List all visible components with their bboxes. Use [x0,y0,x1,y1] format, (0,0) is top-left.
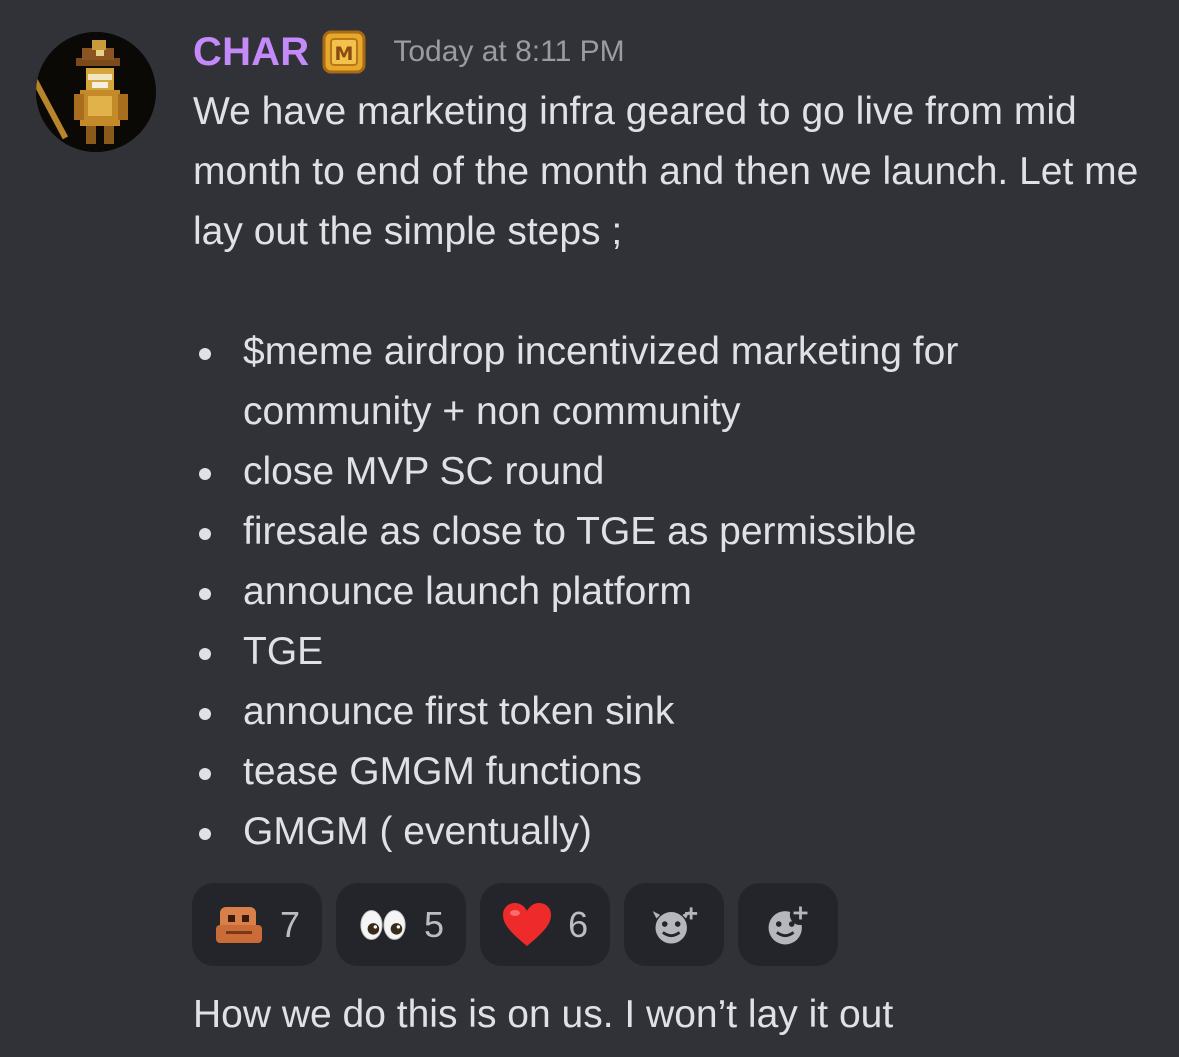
add-super-reaction-icon [649,900,699,950]
reaction-eyes[interactable]: 5 [336,883,467,966]
message-header: CHAR M Today at 8:11 PM [193,24,625,80]
list-item: announce launch platform [193,562,1153,622]
next-message-body: How we do this is on us. I won’t lay it … [193,993,894,1036]
list-item: tease GMGM functions [193,742,1153,802]
message-content: We have marketing infra geared to go liv… [193,82,1153,862]
user-avatar[interactable] [36,32,156,152]
role-badge-letter: M [335,43,354,65]
eyes-emoji-icon [358,900,408,950]
reaction-heart[interactable]: 6 [480,883,611,966]
add-super-reaction-button[interactable] [624,883,725,966]
list-item: firesale as close to TGE as permissible [193,502,1153,562]
steps-list: $meme airdrop incentivized marketing for… [193,322,1153,862]
reaction-count: 6 [568,903,589,945]
add-reaction-icon [763,900,813,950]
reactions-bar: 7 5 6 [192,883,839,966]
custom-frog-emoji-icon [214,900,264,950]
list-item: GMGM ( eventually) [193,802,1153,862]
list-item: TGE [193,622,1153,682]
author-username[interactable]: CHAR [193,30,309,75]
message-body: We have marketing infra geared to go liv… [193,90,1139,253]
add-reaction-button[interactable] [738,883,839,966]
message-timestamp[interactable]: Today at 8:11 PM [393,35,624,69]
reaction-count: 7 [280,903,301,945]
list-item: close MVP SC round [193,442,1153,502]
pixel-pirate-avatar-icon [36,32,156,152]
red-heart-emoji-icon [502,900,552,950]
role-badge-icon[interactable]: M [321,29,367,75]
reaction-frog[interactable]: 7 [192,883,323,966]
list-item: announce first token sink [193,682,1153,742]
list-item: $meme airdrop incentivized marketing for… [193,322,1153,442]
reaction-count: 5 [424,903,445,945]
